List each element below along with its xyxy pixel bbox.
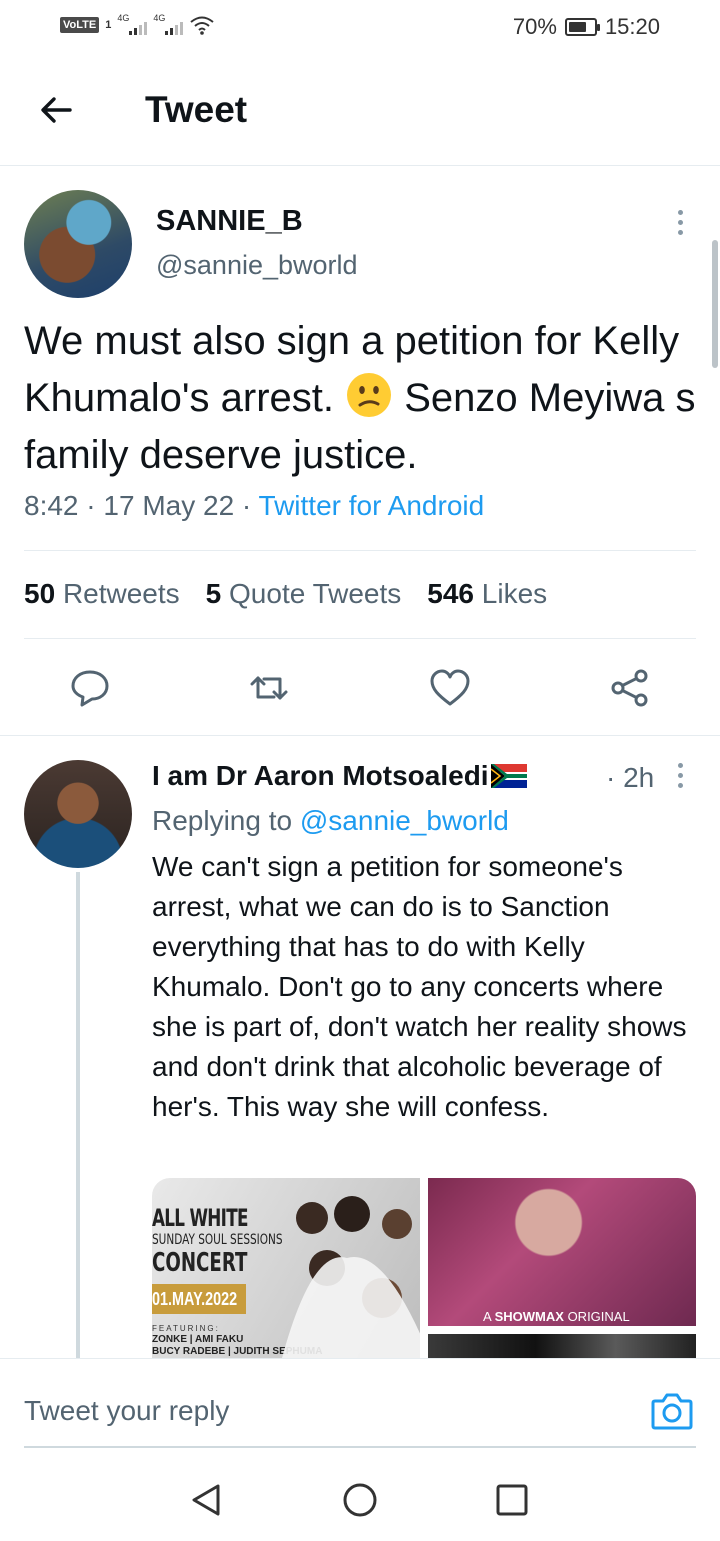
- tweet-text: We must also sign a petition for Kelly K…: [24, 313, 704, 484]
- poster-featuring: FEATURING:: [152, 1324, 220, 1333]
- reply-input-underline: [24, 1446, 696, 1448]
- system-nav-bar: [0, 1450, 720, 1541]
- reply-time: · 2h: [606, 762, 655, 793]
- showmax-label: A SHOWMAX ORIGINAL: [483, 1309, 630, 1324]
- retweets-stat[interactable]: 50 Retweets: [24, 578, 180, 610]
- likes-count: 546: [427, 578, 474, 609]
- wifi-icon: [190, 16, 214, 35]
- quotes-label: Quote Tweets: [229, 578, 402, 609]
- replying-to-label: Replying to: [152, 805, 293, 836]
- section-divider: [0, 735, 720, 736]
- tweet-stats: 50 Retweets 5 Quote Tweets 546 Likes: [24, 578, 547, 610]
- likes-stat[interactable]: 546 Likes: [427, 578, 547, 610]
- signal-icon-2: 4G: [153, 13, 184, 35]
- poster-title: ALL WHITE: [152, 1204, 248, 1232]
- camera-icon[interactable]: [650, 1391, 694, 1431]
- showmax-suffix: ORIGINAL: [567, 1309, 630, 1324]
- tweet-meta: 8:42 · 17 May 22 · Twitter for Android: [24, 490, 485, 521]
- poster-date: 01.MAY.2022: [152, 1284, 246, 1314]
- page-title: Tweet: [145, 89, 248, 130]
- showmax-image[interactable]: A SHOWMAX ORIGINAL: [428, 1178, 696, 1326]
- divider: [24, 550, 696, 551]
- status-right: 70% 15:20: [513, 14, 660, 40]
- battery-icon: [564, 18, 600, 36]
- reply-media-grid[interactable]: ALL WHITE SUNDAY SOUL SESSIONS CONCERT 0…: [152, 1178, 696, 1358]
- volte-icon: VoLTE: [60, 17, 100, 33]
- more-options-icon[interactable]: [675, 210, 685, 235]
- app-header: Tweet: [0, 56, 720, 166]
- reply-author-name[interactable]: I am Dr Aaron Motsoaledi: [152, 760, 527, 792]
- back-arrow-icon[interactable]: [34, 88, 78, 132]
- tweet-time: 8:42: [24, 490, 79, 521]
- clock: 15:20: [604, 14, 660, 39]
- replying-to: Replying to @sannie_bworld: [152, 805, 509, 837]
- reply-author-avatar[interactable]: [24, 760, 132, 868]
- performers-photo: [282, 1196, 420, 1358]
- share-icon[interactable]: [608, 666, 652, 710]
- battery-percent: 70%: [512, 14, 557, 39]
- tweet-actions: [0, 660, 720, 720]
- reply-text: We can't sign a petition for someone's a…: [152, 851, 687, 1122]
- author-avatar[interactable]: [24, 190, 132, 298]
- scrollbar[interactable]: [712, 240, 718, 368]
- sim-number: 1: [105, 19, 112, 31]
- status-bar: VoLTE 1 4G 4G 70% 15:20: [0, 0, 720, 56]
- replying-to-handle[interactable]: @sannie_bworld: [300, 805, 509, 836]
- retweets-count: 50: [24, 578, 56, 609]
- status-left: VoLTE 1 4G 4G: [60, 13, 215, 36]
- concert-poster-image[interactable]: ALL WHITE SUNDAY SOUL SESSIONS CONCERT 0…: [152, 1178, 420, 1358]
- network-type-2: 4G: [153, 13, 166, 23]
- confused-face-icon: [347, 373, 392, 417]
- poster-date-text: 01.MAY.2022: [152, 1289, 238, 1309]
- tweet-source[interactable]: Twitter for Android: [259, 490, 485, 521]
- battery-fill: [568, 22, 586, 32]
- reply-input[interactable]: Tweet your reply: [24, 1395, 229, 1427]
- quotes-count: 5: [205, 578, 222, 609]
- nav-home-icon[interactable]: [340, 1480, 380, 1520]
- divider: [24, 638, 696, 639]
- nav-recents-icon[interactable]: [492, 1480, 532, 1520]
- author-name[interactable]: SANNIE_B: [156, 205, 303, 238]
- south-africa-flag-icon: [490, 764, 527, 788]
- quotes-stat[interactable]: 5 Quote Tweets: [206, 578, 402, 610]
- reply-more-options-icon[interactable]: [675, 763, 685, 788]
- signal-icon: 4G: [117, 13, 148, 35]
- media-image-3[interactable]: [428, 1334, 696, 1358]
- like-icon[interactable]: [428, 666, 472, 710]
- retweets-label: Retweets: [62, 578, 180, 609]
- author-handle[interactable]: @sannie_bworld: [156, 250, 358, 281]
- poster-concert: CONCERT: [152, 1248, 248, 1278]
- nav-back-icon[interactable]: [186, 1480, 226, 1520]
- reply-author-name-text: I am Dr Aaron Motsoaledi: [152, 760, 489, 791]
- poster-subtitle: SUNDAY SOUL SESSIONS: [152, 1232, 283, 1248]
- tweet-date: 17 May 22: [103, 490, 235, 521]
- likes-label: Likes: [481, 578, 548, 609]
- thread-line: [76, 872, 80, 1358]
- showmax-prefix: A: [483, 1309, 491, 1324]
- network-type-1: 4G: [117, 13, 130, 23]
- reply-icon[interactable]: [68, 666, 112, 710]
- showmax-brand: SHOWMAX: [494, 1309, 564, 1324]
- retweet-icon[interactable]: [247, 666, 291, 710]
- reply-composer[interactable]: Tweet your reply: [0, 1358, 720, 1448]
